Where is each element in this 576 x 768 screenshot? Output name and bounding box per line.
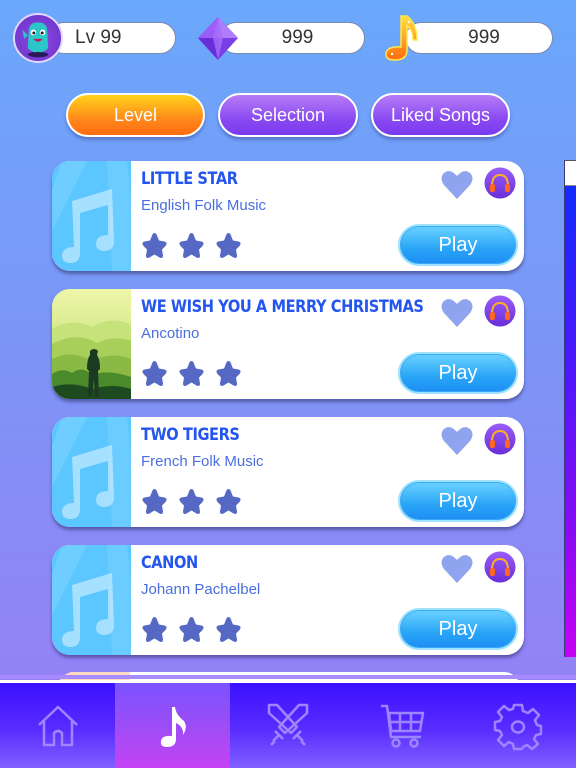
gem-count: 999	[281, 27, 314, 48]
music-note-thumbnail-icon	[52, 161, 131, 271]
tab-level[interactable]: Level	[66, 93, 205, 137]
nav-songs[interactable]	[115, 683, 230, 768]
heart-icon[interactable]	[440, 297, 474, 329]
song-title: CANON	[141, 553, 198, 573]
monster-avatar-icon[interactable]	[13, 13, 63, 63]
star-icon	[142, 617, 167, 642]
headphones-icon[interactable]	[484, 295, 516, 327]
star-icon	[216, 617, 241, 642]
song-card[interactable]: CANON Johann Pachelbel Play	[52, 545, 524, 655]
song-thumbnail	[52, 545, 131, 655]
star-icon	[216, 489, 241, 514]
song-thumbnail	[52, 289, 131, 399]
tab-selection[interactable]: Selection	[218, 93, 358, 137]
song-title: WE WISH YOU A MERRY CHRISTMAS	[141, 297, 424, 317]
nav-home[interactable]	[0, 683, 115, 768]
song-card[interactable]: LITTLE STAR English Folk Music Play	[52, 161, 524, 271]
level-label: Lv 99	[75, 27, 122, 48]
play-button-label: Play	[438, 361, 478, 384]
play-button[interactable]: Play	[398, 352, 518, 394]
song-rating	[140, 615, 243, 644]
song-artist: Johann Pachelbel	[141, 581, 261, 598]
song-rating	[140, 359, 243, 388]
headphones-icon[interactable]	[484, 423, 516, 455]
song-rating	[140, 487, 243, 516]
song-card[interactable]: WE WISH YOU A MERRY CHRISTMAS Ancotino P…	[52, 289, 524, 399]
crossed-swords-icon	[267, 703, 308, 746]
song-thumbnail	[52, 417, 131, 527]
diamond-icon	[198, 17, 238, 60]
home-icon	[37, 705, 78, 746]
song-artist: English Folk Music	[141, 197, 267, 214]
tab-level-label: Level	[113, 104, 158, 125]
star-icon	[142, 361, 167, 386]
star-icon	[179, 617, 204, 642]
nav-settings[interactable]	[460, 683, 575, 768]
heart-icon[interactable]	[440, 169, 474, 201]
headphones-icon[interactable]	[484, 551, 516, 583]
notes-count: 999	[468, 27, 500, 48]
play-button[interactable]: Play	[398, 480, 518, 522]
play-button-label: Play	[438, 617, 478, 640]
heart-icon[interactable]	[440, 553, 474, 585]
level-display: Lv 99	[48, 22, 176, 54]
nav-battle[interactable]	[230, 683, 345, 768]
song-artist: French Folk Music	[141, 453, 264, 470]
song-card[interactable]: TWO TIGERS French Folk Music Play	[52, 417, 524, 527]
shopping-cart-icon	[380, 704, 424, 748]
music-note-thumbnail-icon	[52, 417, 131, 527]
scrollbar-thumb[interactable]	[565, 161, 576, 186]
star-icon	[179, 233, 204, 258]
play-button-label: Play	[438, 489, 478, 512]
play-button-label: Play	[438, 233, 478, 256]
song-title: LITTLE STAR	[141, 169, 238, 189]
bottom-nav	[0, 675, 576, 768]
song-rating	[140, 231, 243, 260]
landscape-thumbnail-icon	[52, 289, 131, 399]
song-title: TWO TIGERS	[141, 425, 240, 445]
scrollbar[interactable]	[564, 160, 576, 657]
music-note-icon	[160, 706, 186, 747]
star-icon	[216, 233, 241, 258]
tab-selection-label: Selection	[250, 104, 326, 125]
tab-liked-songs-label: Liked Songs	[390, 104, 491, 125]
star-icon	[179, 361, 204, 386]
music-note-coin-icon	[385, 15, 418, 61]
play-button[interactable]: Play	[398, 608, 518, 650]
play-button[interactable]: Play	[398, 224, 518, 266]
star-icon	[216, 361, 241, 386]
song-artist: Ancotino	[141, 325, 200, 342]
star-icon	[142, 233, 167, 258]
gear-icon	[493, 703, 542, 750]
song-thumbnail	[52, 161, 131, 271]
tab-liked-songs[interactable]: Liked Songs	[371, 93, 510, 137]
nav-shop[interactable]	[345, 683, 460, 768]
star-icon	[179, 489, 204, 514]
heart-icon[interactable]	[440, 425, 474, 457]
headphones-icon[interactable]	[484, 167, 516, 199]
music-note-thumbnail-icon	[52, 545, 131, 655]
star-icon	[142, 489, 167, 514]
notes-counter: 999	[405, 22, 553, 54]
